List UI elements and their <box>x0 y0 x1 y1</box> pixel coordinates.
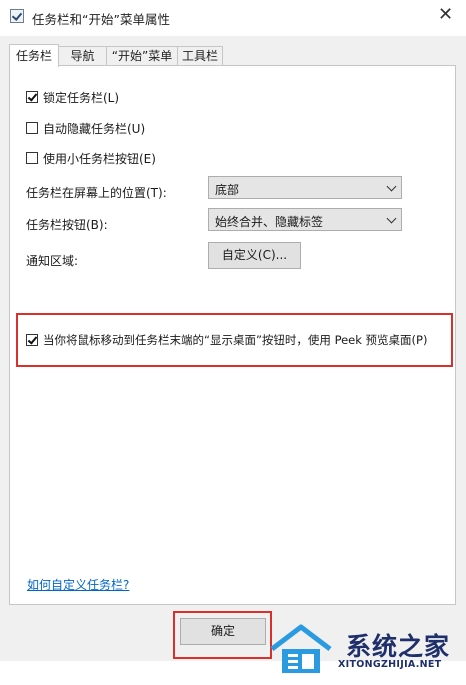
ok-button[interactable]: 确定 <box>180 618 266 645</box>
app-icon <box>10 9 24 23</box>
tab-start-menu[interactable]: “开始”菜单 <box>106 46 178 66</box>
taskbar-buttons-value: 始终合并、隐藏标签 <box>215 215 324 229</box>
taskbar-buttons-select[interactable]: 始终合并、隐藏标签 <box>208 208 402 231</box>
checkbox-checked-icon[interactable] <box>26 334 38 346</box>
autohide-taskbar-label: 自动隐藏任务栏(U) <box>43 121 146 136</box>
tab-navigation[interactable]: 导航 <box>58 46 107 66</box>
notification-area-label: 通知区域: <box>26 254 79 268</box>
tab-panel-taskbar: 锁定任务栏(L) 自动隐藏任务栏(U) 使用小任务栏按钮(E) 任务栏在屏幕上的… <box>9 65 456 605</box>
window-title: 任务栏和“开始”菜单属性 <box>32 12 170 27</box>
close-button[interactable]: ✕ <box>425 0 466 30</box>
checkbox-unchecked-icon[interactable] <box>26 122 38 134</box>
taskbar-position-value: 底部 <box>215 183 240 197</box>
lock-taskbar-checkbox[interactable]: 锁定任务栏(L) <box>26 89 119 105</box>
checkbox-checked-icon[interactable] <box>26 91 38 103</box>
tab-taskbar[interactable]: 任务栏 <box>9 44 59 67</box>
peek-preview-label: 当你将鼠标移动到任务栏末端的“显示桌面”按钮时，使用 Peek 预览桌面(P) <box>43 333 428 347</box>
chevron-down-icon <box>386 181 397 192</box>
dialog-body: 任务栏 导航 “开始”菜单 工具栏 锁定任务栏(L) 自动隐藏任务栏(U) 使用… <box>0 36 466 673</box>
help-link[interactable]: 如何自定义任务栏? <box>27 576 129 593</box>
autohide-taskbar-checkbox[interactable]: 自动隐藏任务栏(U) <box>26 120 145 136</box>
taskbar-buttons-label: 任务栏按钮(B): <box>26 218 108 232</box>
house-logo-icon <box>270 624 332 673</box>
watermark-logo: 系统之家 XITONGZHIJIA.NET <box>268 615 464 685</box>
tab-toolbars[interactable]: 工具栏 <box>177 46 223 66</box>
lock-taskbar-label: 锁定任务栏(L) <box>43 90 120 105</box>
title-bar: 任务栏和“开始”菜单属性 ✕ <box>0 0 466 36</box>
small-buttons-label: 使用小任务栏按钮(E) <box>43 151 156 166</box>
watermark-cn-text: 系统之家 <box>346 632 451 661</box>
taskbar-position-label: 任务栏在屏幕上的位置(T): <box>26 186 167 200</box>
chevron-down-icon <box>386 213 397 224</box>
taskbar-position-select[interactable]: 底部 <box>208 176 402 199</box>
customize-notification-button[interactable]: 自定义(C)... <box>208 242 301 269</box>
checkbox-unchecked-icon[interactable] <box>26 152 38 164</box>
small-buttons-checkbox[interactable]: 使用小任务栏按钮(E) <box>26 150 156 166</box>
peek-preview-checkbox[interactable]: 当你将鼠标移动到任务栏末端的“显示桌面”按钮时，使用 Peek 预览桌面(P) <box>26 332 427 348</box>
